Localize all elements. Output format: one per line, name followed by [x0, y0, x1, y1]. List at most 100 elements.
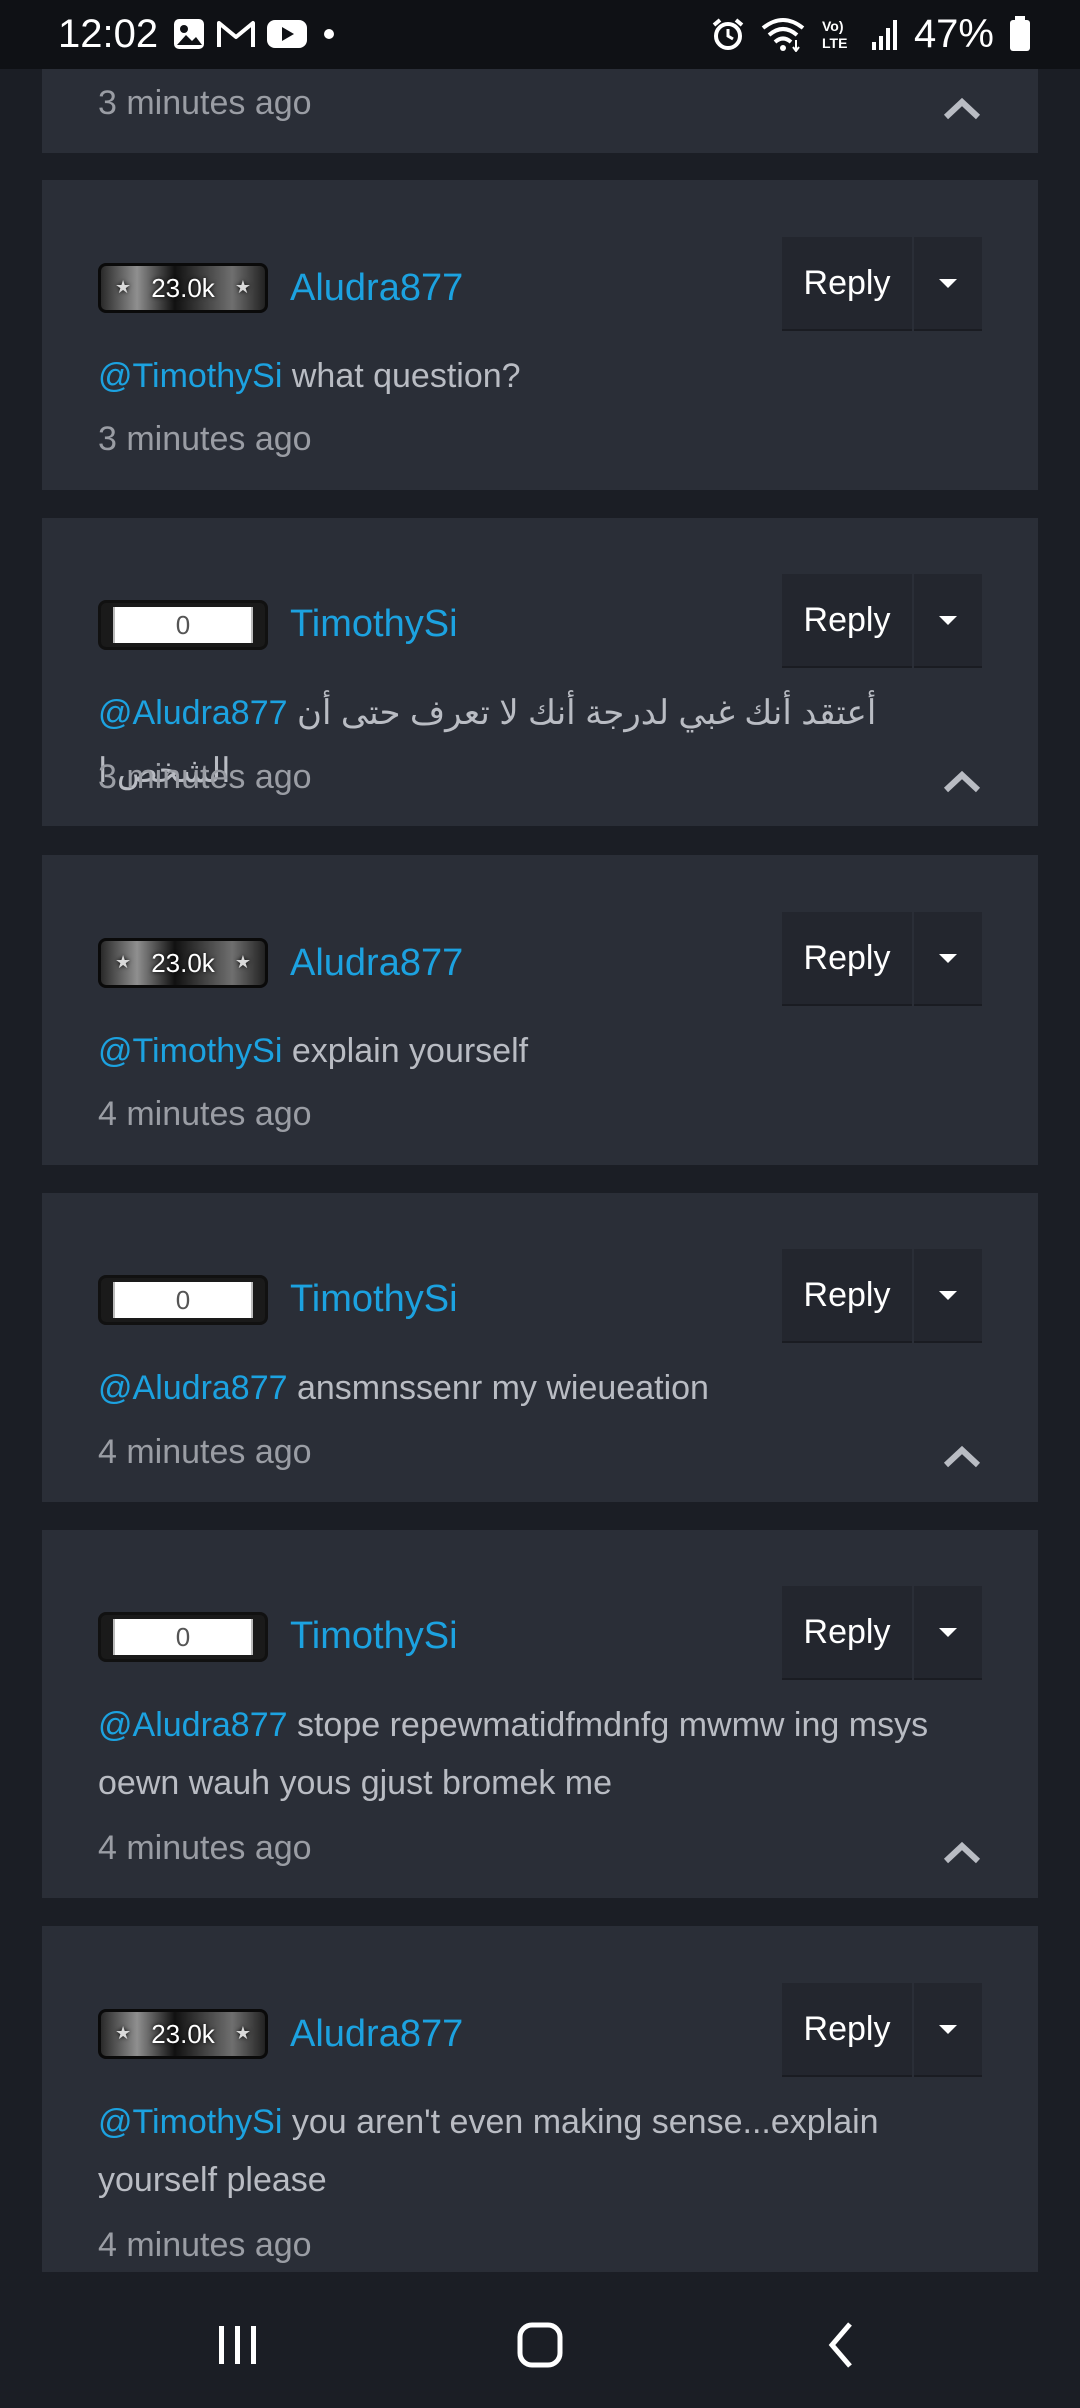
mention-link[interactable]: @Aludra877: [98, 694, 288, 732]
reputation-badge: 0: [98, 1612, 268, 1662]
recent-apps-icon: [219, 2326, 256, 2364]
reply-button[interactable]: Reply: [782, 912, 912, 1006]
reply-button[interactable]: Reply: [782, 1983, 912, 2077]
reply-button-group: Reply: [782, 574, 982, 668]
comment-card: ★ 23.0k ★ Aludra877 Reply @TimothySi wha…: [42, 180, 1038, 490]
mention-link[interactable]: @TimothySi: [98, 2103, 282, 2141]
alarm-icon: [712, 18, 744, 50]
youtube-icon: [267, 20, 307, 48]
reply-dropdown-button[interactable]: [914, 912, 982, 1006]
collapse-thread-icon[interactable]: [942, 93, 982, 123]
reply-dropdown-button[interactable]: [914, 1983, 982, 2077]
reply-button-group: Reply: [782, 1983, 982, 2077]
reply-button[interactable]: Reply: [782, 1586, 912, 1680]
back-icon: [828, 2322, 852, 2368]
reputation-badge: ★ 23.0k ★: [98, 263, 268, 313]
gallery-icon: [174, 19, 204, 49]
comment-timestamp: 4 minutes ago: [98, 2226, 312, 2264]
star-icon: ★: [115, 952, 132, 972]
comment-timestamp: 4 minutes ago: [98, 1433, 312, 1471]
comment-body: @Aludra877 ansmnssenr my wieueation: [98, 1359, 978, 1417]
reply-dropdown-button[interactable]: [914, 1249, 982, 1343]
status-bar: 12:02 Vo) LTE 47%: [0, 0, 1080, 69]
reputation-value: 23.0k: [151, 272, 215, 303]
comment-body: @Aludra877 stope repewmatidfmdnfg mwmw i…: [98, 1696, 978, 1812]
recent-apps-button[interactable]: [198, 2310, 278, 2380]
reply-dropdown-button[interactable]: [914, 237, 982, 331]
signal-icon: [871, 20, 897, 50]
comment-username[interactable]: TimothySi: [290, 602, 458, 646]
comment-card: ★ 23.0k ★ Aludra877 Reply @TimothySi you…: [42, 1926, 1038, 2272]
comment-timestamp: 4 minutes ago: [98, 1829, 312, 1867]
mention-link[interactable]: @TimothySi: [98, 357, 282, 395]
comment-timestamp: 4 minutes ago: [98, 1095, 312, 1133]
comment-card: 0 TimothySi Reply @Aludra877 ansmnssenr …: [42, 1193, 1038, 1502]
battery-icon: [1010, 16, 1030, 51]
reputation-value: 0: [113, 607, 253, 643]
comment-text: explain yourself: [282, 1032, 529, 1070]
reply-button-group: Reply: [782, 912, 982, 1006]
reputation-value: 0: [113, 1619, 253, 1655]
mention-link[interactable]: @Aludra877: [98, 1369, 288, 1407]
reputation-badge: 0: [98, 1275, 268, 1325]
star-icon: ★: [234, 277, 251, 297]
home-icon: [517, 2322, 563, 2368]
caret-down-icon: [939, 1290, 957, 1300]
collapse-thread-icon[interactable]: [942, 1441, 982, 1471]
comment-card: ★ 23.0k ★ Aludra877 Reply @TimothySi exp…: [42, 855, 1038, 1165]
reputation-badge: ★ 23.0k ★: [98, 2009, 268, 2059]
comment-body: @TimothySi what question?: [98, 347, 978, 405]
comment-username[interactable]: TimothySi: [290, 1614, 458, 1658]
svg-text:Vo): Vo): [822, 18, 844, 34]
star-icon: ★: [234, 952, 251, 972]
gmail-icon: [217, 21, 255, 47]
notification-icons: [172, 17, 340, 51]
reply-button[interactable]: Reply: [782, 574, 912, 668]
wifi-icon: [761, 18, 805, 52]
caret-down-icon: [939, 615, 957, 625]
caret-down-icon: [939, 278, 957, 288]
comment-timestamp: 3 minutes ago: [98, 758, 312, 796]
comment-username[interactable]: TimothySi: [290, 1277, 458, 1321]
system-nav-bar: [0, 2280, 1080, 2408]
reply-button-group: Reply: [782, 237, 982, 331]
volte-icon: Vo) LTE: [822, 18, 847, 51]
system-icons: Vo) LTE 47%: [710, 12, 1032, 56]
home-button[interactable]: [500, 2310, 580, 2380]
dot-icon: [324, 29, 334, 39]
status-time: 12:02: [58, 12, 159, 56]
collapse-thread-icon[interactable]: [942, 1837, 982, 1867]
back-button[interactable]: [802, 2310, 882, 2380]
reputation-value: 23.0k: [151, 947, 215, 978]
reputation-badge: ★ 23.0k ★: [98, 938, 268, 988]
reply-button[interactable]: Reply: [782, 237, 912, 331]
svg-text:LTE: LTE: [822, 35, 847, 51]
comment-card-partial: 3 minutes ago: [42, 69, 1038, 153]
reputation-value: 0: [113, 1282, 253, 1318]
comment-body: @TimothySi you aren't even making sense.…: [98, 2093, 978, 2209]
comment-card: 0 TimothySi Reply @Aludra877 stope repew…: [42, 1530, 1038, 1898]
reply-dropdown-button[interactable]: [914, 574, 982, 668]
comment-username[interactable]: Aludra877: [290, 941, 463, 985]
comment-text: ansmnssenr my wieueation: [287, 1369, 709, 1407]
comment-username[interactable]: Aludra877: [290, 266, 463, 310]
caret-down-icon: [939, 2024, 957, 2034]
comment-text: what question?: [282, 357, 521, 395]
reply-button-group: Reply: [782, 1249, 982, 1343]
star-icon: ★: [115, 2023, 132, 2043]
reply-dropdown-button[interactable]: [914, 1586, 982, 1680]
comment-card: 0 TimothySi Reply @Aludra877 أعتقد أنك غ…: [42, 518, 1038, 826]
star-icon: ★: [115, 277, 132, 297]
comment-username[interactable]: Aludra877: [290, 2012, 463, 2056]
collapse-thread-icon[interactable]: [942, 766, 982, 796]
comment-timestamp: 3 minutes ago: [98, 420, 312, 458]
comment-body: @TimothySi explain yourself: [98, 1022, 978, 1080]
reply-button-group: Reply: [782, 1586, 982, 1680]
caret-down-icon: [939, 1627, 957, 1637]
reply-button[interactable]: Reply: [782, 1249, 912, 1343]
star-icon: ★: [234, 2023, 251, 2043]
reputation-value: 23.0k: [151, 2018, 215, 2049]
comment-timestamp: 3 minutes ago: [98, 84, 312, 122]
mention-link[interactable]: @TimothySi: [98, 1032, 282, 1070]
mention-link[interactable]: @Aludra877: [98, 1706, 288, 1744]
